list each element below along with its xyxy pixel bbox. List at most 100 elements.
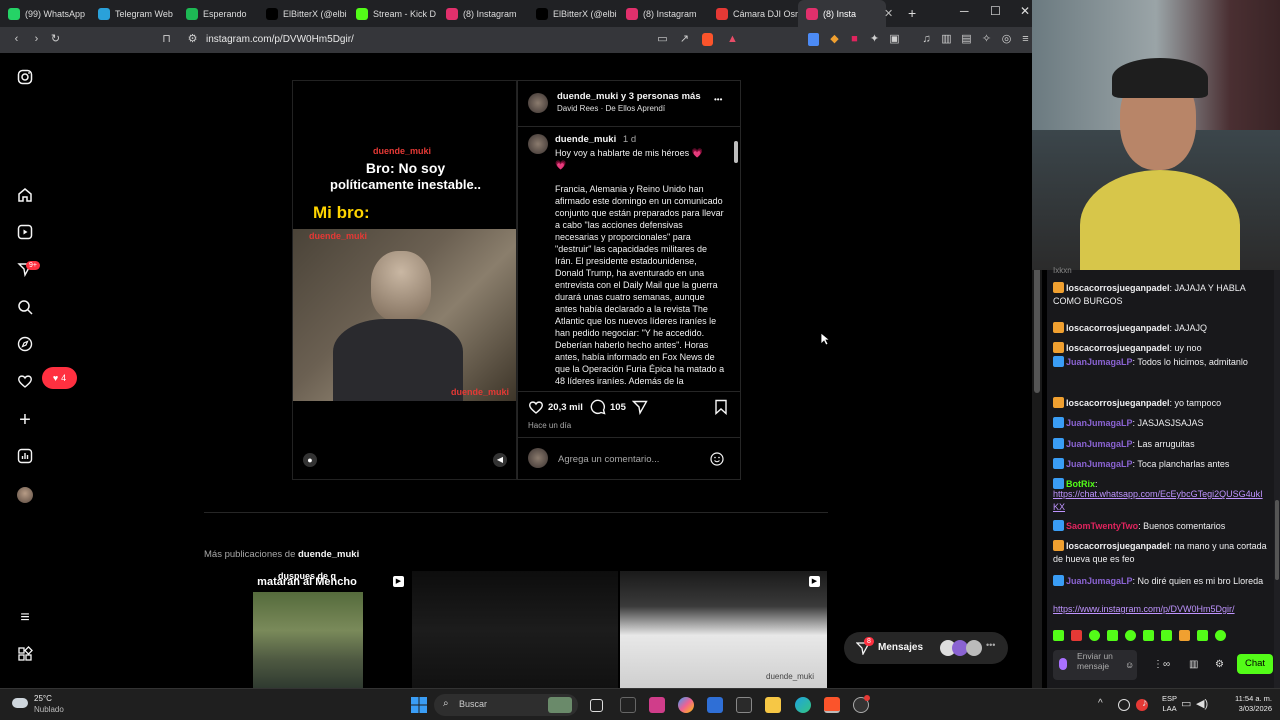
extension-icon-1[interactable]: ◆ <box>828 33 841 46</box>
copilot-icon[interactable] <box>678 697 694 713</box>
taskbar-search-box[interactable]: ⌕ Buscar <box>434 694 578 716</box>
forward-icon[interactable]: › <box>30 33 43 46</box>
back-icon[interactable]: ‹ <box>10 33 23 46</box>
brave-shield-icon[interactable] <box>702 33 713 46</box>
minimize-button[interactable]: ─ <box>960 4 969 18</box>
emote-icon[interactable] <box>1161 630 1172 641</box>
mute-icon[interactable]: ◀ <box>493 453 507 467</box>
search-icon[interactable] <box>16 299 34 317</box>
emote-icon[interactable] <box>1143 630 1154 641</box>
weather-temp[interactable]: 25°C <box>34 694 52 703</box>
network-icon[interactable]: ▭ <box>1181 697 1191 710</box>
task-view-icon[interactable] <box>590 699 603 712</box>
edge-icon[interactable] <box>795 697 811 713</box>
save-icon[interactable] <box>714 399 728 420</box>
brave-icon[interactable] <box>824 697 840 713</box>
chat-username[interactable]: JuanJumagaLP <box>1066 459 1133 469</box>
chat-scrollbar[interactable] <box>1274 270 1280 688</box>
weather-cloud-icon[interactable] <box>12 698 28 708</box>
microphone-icon[interactable]: ♪ <box>1142 697 1148 709</box>
emote-icon[interactable] <box>1197 630 1208 641</box>
translate-icon[interactable] <box>808 33 819 46</box>
browser-tab[interactable]: (8) Instagram <box>618 0 708 27</box>
chat-username[interactable]: loscacorrosjueganpadel <box>1066 541 1170 551</box>
wallet-icon[interactable]: ▤ <box>960 33 973 46</box>
browser-tab[interactable]: ElBitterX (@elbi <box>528 0 618 27</box>
likes-count[interactable]: 20,3 mil <box>548 402 583 413</box>
chat-username[interactable]: loscacorrosjueganpadel <box>1066 398 1170 408</box>
chat-input[interactable]: Enviar un mensaje ☺ <box>1053 650 1137 680</box>
chat-scrollbar-thumb[interactable] <box>1275 500 1279 580</box>
browser-tab[interactable]: Esperando <box>178 0 258 27</box>
chat-username[interactable]: JuanJumagaLP <box>1066 576 1133 586</box>
chat-username[interactable]: JuanJumagaLP <box>1066 357 1133 367</box>
bookmark-icon[interactable]: ⊓ <box>160 33 173 46</box>
caption-scroll[interactable]: duende_muki 1 d Hoy voy a hablarte de mi… <box>528 131 730 389</box>
comment-input[interactable]: Agrega un comentario... <box>558 454 659 465</box>
more-post-thumb-1[interactable]: duspues de q mataran al Mencho ▶ <box>204 571 410 688</box>
reload-icon[interactable]: ↻ <box>49 33 62 46</box>
chat-username[interactable]: loscacorrosjueganpadel <box>1066 323 1170 333</box>
chat-username[interactable]: JuanJumagaLP <box>1066 418 1133 428</box>
notifications-popup-badge[interactable]: ♥ 4 <box>42 367 77 389</box>
site-settings-icon[interactable]: ⚙ <box>186 33 199 46</box>
menu-icon[interactable]: ≡ <box>1019 33 1032 46</box>
caption-scrollbar[interactable] <box>734 129 738 389</box>
browser-tab[interactable]: (99) WhatsApp <box>0 0 90 27</box>
chat-settings-icon[interactable]: ⚙ <box>1215 658 1224 671</box>
active-tab-close-icon[interactable]: ✕ <box>884 7 893 20</box>
more-post-thumb-3[interactable]: ▶ duende_muki <box>620 571 827 688</box>
reading-list-icon[interactable]: ▥ <box>940 33 953 46</box>
taskbar-app-icon[interactable] <box>620 697 636 713</box>
browser-tab[interactable]: ElBitterX (@elbi <box>258 0 348 27</box>
emote-icon[interactable] <box>1107 630 1118 641</box>
tagged-people-icon[interactable]: ● <box>303 453 317 467</box>
snipping-tool-icon[interactable] <box>649 697 665 713</box>
caption-username[interactable]: duende_muki <box>555 134 616 145</box>
comments-count[interactable]: 105 <box>610 402 626 413</box>
dashboard-icon[interactable] <box>16 448 34 466</box>
chat-send-button[interactable]: Chat <box>1237 654 1273 674</box>
chat-username[interactable]: loscacorrosjueganpadel <box>1066 283 1170 293</box>
extensions-puzzle-icon[interactable]: ✦ <box>868 33 881 46</box>
chat-username[interactable]: SaomTwentyTwo <box>1066 521 1138 531</box>
chat-username[interactable]: loscacorrosjueganpadel <box>1066 343 1170 353</box>
new-tab-button[interactable]: + <box>908 5 916 21</box>
share-icon[interactable]: ↗ <box>678 33 691 46</box>
author-avatar[interactable] <box>528 93 548 113</box>
vpn-icon[interactable]: ◎ <box>1000 33 1013 46</box>
like-icon[interactable] <box>528 399 544 420</box>
url-field[interactable]: instagram.com/p/DVW0Hm5Dgir/ <box>206 34 354 45</box>
emoji-icon[interactable] <box>710 452 724 471</box>
extension-icon-2[interactable]: ■ <box>848 33 861 46</box>
explore-icon[interactable] <box>16 336 34 354</box>
messages-pill[interactable]: 8 Mensajes ••• <box>844 632 1008 664</box>
more-menu-icon[interactable]: ≡ <box>16 609 34 627</box>
chat-last-link[interactable]: https://www.instagram.com/p/DVW0Hm5Dgir/ <box>1053 603 1268 616</box>
emote-icon[interactable] <box>1071 630 1082 641</box>
profile-avatar[interactable] <box>17 487 33 503</box>
emote-picker-icon[interactable] <box>1059 658 1067 670</box>
browser-tab[interactable]: Cámara DJI Osr <box>708 0 798 27</box>
comment-icon[interactable] <box>590 399 606 420</box>
more-posts-user[interactable]: duende_muki <box>298 549 359 560</box>
notifications-heart-icon[interactable] <box>16 373 34 391</box>
emote-icon[interactable] <box>1089 630 1100 641</box>
tray-app-icon[interactable] <box>1118 699 1130 711</box>
keyboard-language[interactable]: ESP LAA <box>1162 694 1177 714</box>
emote-icon[interactable] <box>1125 630 1136 641</box>
browser-tab[interactable]: (8) Insta <box>798 0 886 27</box>
create-icon[interactable]: + <box>16 410 34 430</box>
home-icon[interactable] <box>16 187 34 205</box>
close-window-button[interactable]: ✕ <box>1020 4 1030 18</box>
caption-avatar[interactable] <box>528 134 548 154</box>
terminal-icon[interactable] <box>736 697 752 713</box>
browser-tab[interactable]: Stream - Kick D <box>348 0 438 27</box>
instagram-logo-icon[interactable] <box>16 69 34 87</box>
emoji-icon[interactable]: ☺ <box>1125 659 1134 672</box>
media-icon[interactable]: ♫ <box>920 33 933 46</box>
taskbar-clock[interactable]: 11:54 a. m. 3/03/2026 <box>1214 694 1272 714</box>
maximize-button[interactable]: ☐ <box>990 4 1001 18</box>
scrollbar-thumb[interactable] <box>734 141 738 163</box>
browser-tab[interactable]: (8) Instagram <box>438 0 528 27</box>
